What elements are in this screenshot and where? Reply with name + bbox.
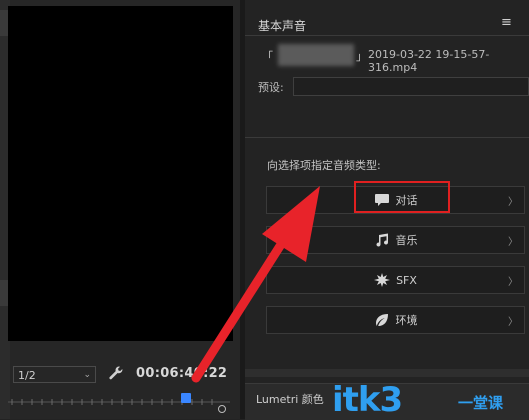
clip-bracket-close: 」	[356, 50, 367, 63]
preset-label: 预设:	[258, 81, 284, 94]
music-note-icon	[376, 233, 388, 247]
chevron-right-icon: 〉	[508, 197, 518, 208]
panel-menu-icon[interactable]: ≡	[501, 15, 512, 30]
music-label: 音乐	[395, 234, 418, 247]
preset-dropdown[interactable]	[293, 77, 529, 96]
sfx-label: SFX	[396, 273, 417, 287]
watermark-subtitle: 一堂课	[458, 394, 504, 412]
clip-bracket-open: 「	[262, 50, 273, 63]
ambience-label: 环境	[395, 314, 418, 327]
chevron-right-icon: 〉	[508, 237, 518, 248]
burst-icon	[374, 273, 391, 287]
chevron-right-icon: 〉	[508, 277, 518, 288]
panel-title: 基本声音	[258, 19, 307, 33]
playhead-marker[interactable]	[181, 393, 191, 403]
wrench-icon[interactable]	[108, 365, 124, 381]
chevron-right-icon: 〉	[508, 317, 518, 328]
clip-name-redacted	[278, 44, 354, 66]
divider	[245, 35, 529, 36]
playhead-timecode[interactable]: 00:06:40:22	[136, 366, 227, 381]
leaf-icon	[375, 314, 388, 326]
video-preview	[8, 6, 233, 341]
divider	[245, 137, 529, 138]
resolution-value: 1/2	[18, 369, 36, 382]
panel-scrollbar[interactable]	[245, 369, 529, 377]
lumetri-label: Lumetri 颜色	[256, 393, 324, 406]
clip-file-name: 2019-03-22 19-15-57-316.mp4	[368, 48, 490, 74]
time-ruler[interactable]	[8, 396, 230, 408]
ruler-end-handle[interactable]	[218, 405, 226, 413]
ambience-type-button[interactable]: 环境 〉	[266, 306, 525, 334]
dialogue-highlight-box	[354, 181, 450, 213]
assign-type-prompt: 向选择项指定音频类型:	[267, 159, 381, 172]
watermark-logo: itk3	[332, 380, 403, 420]
chevron-down-icon: ⌄	[83, 370, 91, 380]
music-type-button[interactable]: 音乐 〉	[266, 226, 525, 254]
sfx-type-button[interactable]: SFX 〉	[266, 266, 525, 294]
resolution-select[interactable]: 1/2 ⌄	[13, 366, 96, 383]
